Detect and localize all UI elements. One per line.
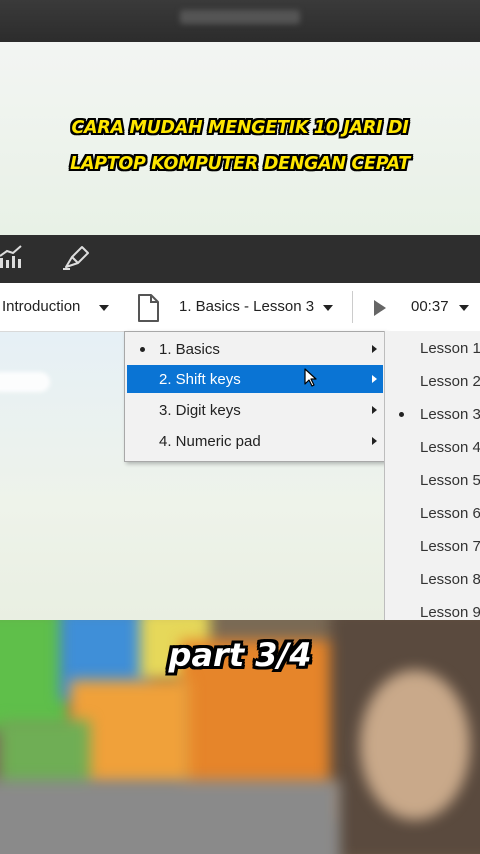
app-icon-bar — [0, 235, 480, 283]
menu-item-label: 3. Digit keys — [159, 402, 241, 419]
submenu-item-lesson-1[interactable]: Lesson 1 — [385, 333, 480, 363]
window-top-bar — [0, 0, 480, 42]
submenu-arrow-icon — [372, 345, 377, 353]
lesson-dropdown-label: 1. Basics - Lesson 3 — [179, 298, 315, 315]
highlighter-icon[interactable] — [60, 243, 92, 273]
blur-hand — [360, 670, 470, 820]
menu-item-label: 1. Basics — [159, 341, 220, 358]
play-icon[interactable] — [373, 299, 387, 317]
submenu-item-label: Lesson 6 — [420, 505, 480, 522]
submenu-item-label: Lesson 4 — [420, 439, 480, 456]
menu-item-basics[interactable]: 1. Basics — [127, 335, 383, 363]
menu-item-label: 2. Shift keys — [159, 371, 241, 388]
mouse-cursor-icon — [304, 368, 317, 387]
video-headline-area: CARA MUDAH MENGETIK 10 JARI DI LAPTOP KO… — [0, 42, 480, 235]
submenu-item-lesson-8[interactable]: Lesson 8 — [385, 564, 480, 594]
submenu-arrow-icon — [372, 406, 377, 414]
submenu-item-lesson-3[interactable]: Lesson 3 — [385, 399, 480, 429]
menu-item-numeric-pad[interactable]: 4. Numeric pad — [127, 427, 383, 455]
submenu-item-label: Lesson 7 — [420, 538, 480, 555]
chevron-down-icon — [99, 305, 109, 311]
mode-dropdown-label: Introduction — [2, 298, 81, 315]
submenu-item-label: Lesson 3 — [420, 406, 480, 423]
submenu-arrow-icon — [372, 437, 377, 445]
lesson-category-menu: 1. Basics 2. Shift keys 3. Digit keys 4.… — [124, 331, 386, 462]
submenu-item-label: Lesson 5 — [420, 472, 480, 489]
submenu-arrow-icon — [372, 375, 377, 383]
cloud-graphic — [0, 372, 50, 392]
chevron-down-icon — [459, 305, 469, 311]
submenu-item-lesson-6[interactable]: Lesson 6 — [385, 498, 480, 528]
blurred-window-title — [180, 10, 300, 24]
submenu-item-label: Lesson 1 — [420, 340, 480, 357]
chevron-down-icon — [323, 305, 333, 311]
timer-label: 00:37 — [411, 298, 449, 315]
selected-bullet-icon — [399, 412, 404, 417]
selected-bullet-icon — [140, 347, 145, 352]
lesson-submenu: Lesson 1 Lesson 2 Lesson 3 Lesson 4 Less… — [384, 331, 480, 621]
submenu-item-lesson-5[interactable]: Lesson 5 — [385, 465, 480, 495]
menu-item-label: 4. Numeric pad — [159, 433, 261, 450]
submenu-item-lesson-7[interactable]: Lesson 7 — [385, 531, 480, 561]
toolbar-divider — [352, 291, 353, 323]
menu-item-shift-keys[interactable]: 2. Shift keys — [127, 365, 383, 393]
lesson-toolbar: Introduction 1. Basics - Lesson 3 00:37 — [0, 283, 480, 332]
headline-line-1: CARA MUDAH MENGETIK 10 JARI DI — [71, 118, 409, 138]
statistics-icon[interactable] — [0, 241, 26, 271]
submenu-item-label: Lesson 9 — [420, 604, 480, 621]
submenu-item-lesson-2[interactable]: Lesson 2 — [385, 366, 480, 396]
submenu-item-lesson-4[interactable]: Lesson 4 — [385, 432, 480, 462]
video-part-caption: part 3/4 — [168, 636, 312, 674]
headline-line-2: LAPTOP KOMPUTER DENGAN CEPAT — [70, 154, 410, 174]
submenu-item-label: Lesson 2 — [420, 373, 480, 390]
blur-gray-keys — [0, 780, 340, 854]
submenu-item-label: Lesson 8 — [420, 571, 480, 588]
document-icon[interactable] — [137, 293, 161, 323]
menu-item-digit-keys[interactable]: 3. Digit keys — [127, 396, 383, 424]
